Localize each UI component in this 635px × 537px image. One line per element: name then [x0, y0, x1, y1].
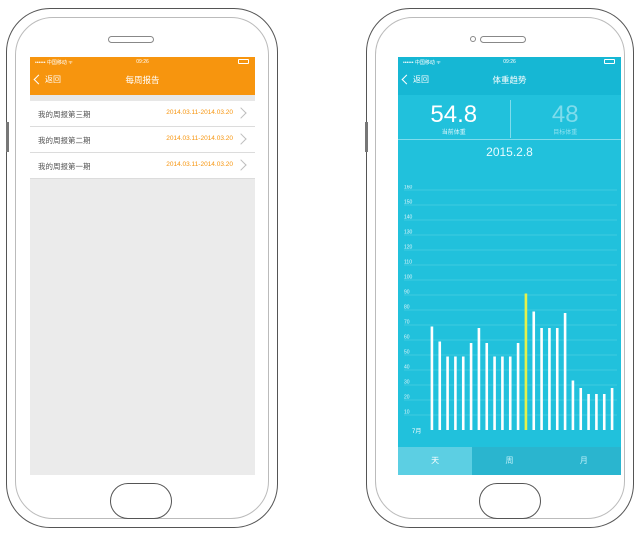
tab-month[interactable]: 月 [547, 447, 621, 475]
page-title: 体重趋势 [492, 75, 527, 85]
chart-bar[interactable] [563, 313, 567, 430]
chart-bar[interactable] [595, 394, 598, 430]
y-tick-label: 80 [404, 305, 410, 311]
report-list: 我的周报第三期 2014.03.11-2014.03.20 我的周报第二期 20… [30, 101, 255, 179]
chart-bar[interactable] [446, 356, 449, 431]
y-tick-label: 120 [404, 245, 413, 251]
chart-bar[interactable] [516, 343, 520, 430]
y-tick-label: 10 [404, 410, 410, 416]
weight-trend-screen: •••••• 中国移动 ᯤ 09:26 返回 体重趋势 54.8 当前体重 48… [398, 57, 621, 475]
home-button [110, 483, 172, 519]
battery-icon [604, 59, 615, 64]
y-tick-label: 40 [404, 365, 410, 371]
battery-icon [238, 59, 249, 64]
chevron-right-icon [235, 107, 247, 119]
current-weight: 54.8 当前体重 [398, 95, 510, 139]
report-range: 2014.03.11-2014.03.20 [166, 109, 233, 116]
status-bar: •••••• 中国移动 ᯤ 09:26 [398, 57, 621, 67]
status-time: 09:26 [136, 59, 149, 65]
chart-bar[interactable] [485, 343, 489, 430]
front-camera [470, 36, 476, 42]
chart-bar[interactable] [454, 356, 457, 431]
report-range: 2014.03.11-2014.03.20 [166, 161, 233, 168]
status-time: 09:26 [503, 59, 516, 65]
chart-bar[interactable] [508, 356, 512, 431]
chart-bar[interactable] [571, 380, 575, 431]
home-button [479, 483, 541, 519]
weight-bar-chart: 10 20 30 40 50 60 70 80 90 100 110 120 130 140 150 160 7… [404, 185, 617, 435]
y-tick-label: 160 [404, 185, 413, 191]
y-tick-label: 130 [404, 230, 413, 236]
x-month-label: 7月 [412, 428, 421, 435]
y-tick-label: 30 [404, 380, 410, 386]
chart-bar[interactable] [579, 388, 583, 430]
y-tick-label: 20 [404, 395, 410, 401]
top-nav-bar: •••••• 中国移动 ᯤ 09:26 返回 每周报告 [30, 57, 255, 95]
carrier-signal: •••••• 中国移动 ᯤ [403, 60, 441, 66]
weight-summary: 54.8 当前体重 48 目标体重 [398, 95, 621, 140]
page-title: 每周报告 [125, 75, 160, 85]
target-weight: 48 目标体重 [510, 95, 622, 139]
period-tabs: 天 周 月 [398, 447, 621, 475]
y-tick-label: 70 [404, 320, 410, 326]
status-bar: •••••• 中国移动 ᯤ 09:26 [30, 57, 255, 67]
chart-bar-selected[interactable] [524, 293, 528, 431]
speaker-grill [108, 36, 154, 43]
report-name: 我的周报第三期 [38, 110, 91, 119]
speaker-grill [480, 36, 526, 43]
chart-bar[interactable] [587, 394, 590, 430]
chart-bar[interactable] [610, 388, 614, 430]
current-weight-label: 当前体重 [441, 130, 466, 136]
report-name: 我的周报第一期 [38, 162, 91, 171]
tab-week[interactable]: 周 [472, 447, 546, 475]
target-weight-value: 48 [551, 101, 579, 128]
list-item[interactable]: 我的周报第二期 2014.03.11-2014.03.20 [30, 127, 255, 153]
tab-day[interactable]: 天 [398, 447, 473, 475]
y-tick-label: 100 [404, 275, 413, 281]
chart-bar[interactable] [532, 311, 536, 431]
target-weight-label: 目标体重 [553, 130, 578, 136]
chart-bar[interactable] [461, 356, 465, 431]
chevron-right-icon [235, 159, 247, 171]
report-name: 我的周报第二期 [38, 136, 91, 145]
y-tick-label: 90 [404, 290, 410, 296]
y-tick-label: 60 [404, 335, 410, 341]
report-list-screen: •••••• 中国移动 ᯤ 09:26 返回 每周报告 我的周报第三期 2014… [30, 57, 255, 475]
chart-bar[interactable] [477, 328, 481, 430]
y-tick-label: 140 [404, 215, 413, 221]
list-item[interactable]: 我的周报第三期 2014.03.11-2014.03.20 [30, 101, 255, 127]
volume-button [6, 122, 9, 152]
report-range: 2014.03.11-2014.03.20 [166, 135, 233, 142]
chart-bar[interactable] [602, 394, 606, 430]
chart-bar[interactable] [469, 343, 473, 430]
chart-bar[interactable] [430, 326, 434, 431]
chevron-right-icon [235, 133, 247, 145]
chart-bar[interactable] [501, 356, 504, 431]
chart-bar[interactable] [438, 341, 442, 431]
chart-bar[interactable] [540, 328, 543, 430]
chart-bar[interactable] [493, 356, 496, 431]
y-tick-label: 150 [404, 200, 413, 206]
chart-bar[interactable] [548, 328, 551, 430]
chart-bar[interactable] [555, 328, 559, 430]
list-item[interactable]: 我的周报第一期 2014.03.11-2014.03.20 [30, 153, 255, 179]
y-tick-label: 110 [404, 260, 412, 266]
carrier-signal: •••••• 中国移动 ᯤ [35, 60, 73, 66]
top-nav-bar: •••••• 中国移动 ᯤ 09:26 返回 体重趋势 [398, 57, 621, 95]
chart-date: 2015.2.8 [486, 145, 533, 159]
volume-button [365, 122, 368, 152]
y-tick-label: 50 [404, 350, 410, 356]
current-weight-value: 54.8 [430, 101, 478, 128]
